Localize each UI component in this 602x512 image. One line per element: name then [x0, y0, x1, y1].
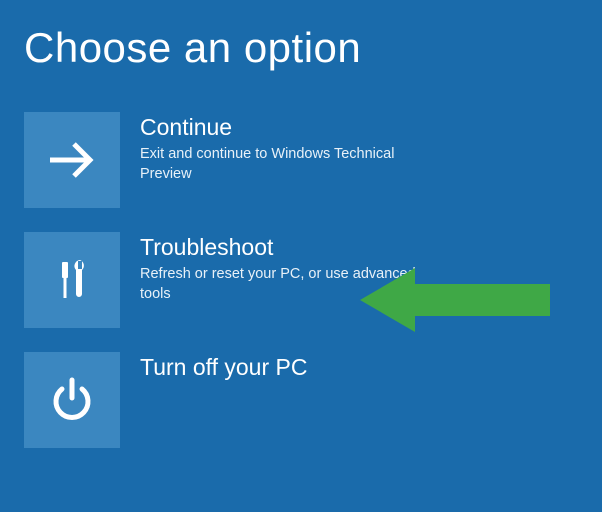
option-text: Continue Exit and continue to Windows Te…	[140, 112, 420, 184]
option-continue[interactable]: Continue Exit and continue to Windows Te…	[24, 112, 578, 208]
option-title: Continue	[140, 114, 420, 141]
option-icon-box	[24, 232, 120, 328]
option-title: Turn off your PC	[140, 354, 307, 381]
option-text: Turn off your PC	[140, 352, 307, 385]
option-turnoff[interactable]: Turn off your PC	[24, 352, 578, 448]
option-desc: Exit and continue to Windows Technical P…	[140, 145, 420, 184]
option-icon-box	[24, 112, 120, 208]
page-title: Choose an option	[24, 24, 578, 72]
option-title: Troubleshoot	[140, 234, 420, 261]
option-list: Continue Exit and continue to Windows Te…	[24, 112, 578, 448]
arrow-right-icon	[44, 132, 100, 188]
option-text: Troubleshoot Refresh or reset your PC, o…	[140, 232, 420, 304]
option-icon-box	[24, 352, 120, 448]
option-desc: Refresh or reset your PC, or use advance…	[140, 265, 420, 304]
option-troubleshoot[interactable]: Troubleshoot Refresh or reset your PC, o…	[24, 232, 578, 328]
power-icon	[44, 372, 100, 428]
tools-icon	[44, 252, 100, 308]
